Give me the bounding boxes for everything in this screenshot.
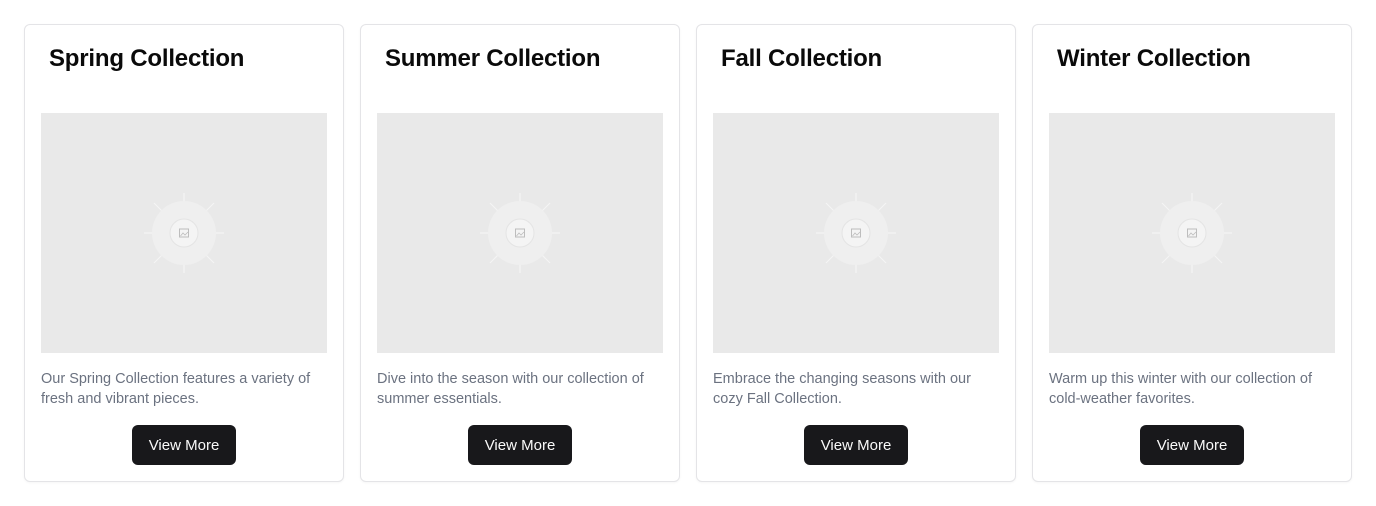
- card-title: Winter Collection: [1057, 45, 1251, 72]
- image-placeholder-icon: [144, 193, 224, 273]
- collection-card-fall: Fall Collection Embrace the changing sea…: [696, 24, 1016, 482]
- card-description: Our Spring Collection features a variety…: [41, 371, 311, 407]
- view-more-button[interactable]: View More: [1140, 425, 1244, 465]
- card-title: Spring Collection: [49, 45, 245, 72]
- card-title: Summer Collection: [385, 45, 601, 72]
- image-placeholder-icon: [816, 193, 896, 273]
- card-image-placeholder: [713, 113, 999, 353]
- card-description: Embrace the changing seasons with our co…: [713, 371, 971, 407]
- card-description: Dive into the season with our collection…: [377, 371, 644, 407]
- card-image-placeholder: [41, 113, 327, 353]
- view-more-button[interactable]: View More: [132, 425, 236, 465]
- card-image-placeholder: [1049, 113, 1335, 353]
- collection-card-summer: Summer Collection Dive into the season w…: [360, 24, 680, 482]
- collection-card-winter: Winter Collection Warm up this winter wi…: [1032, 24, 1352, 482]
- collection-card-spring: Spring Collection Our Spring Collection …: [24, 24, 344, 482]
- view-more-button[interactable]: View More: [804, 425, 908, 465]
- card-image-placeholder: [377, 113, 663, 353]
- image-placeholder-icon: [1152, 193, 1232, 273]
- card-title: Fall Collection: [721, 45, 883, 72]
- image-placeholder-icon: [480, 193, 560, 273]
- view-more-button[interactable]: View More: [468, 425, 572, 465]
- card-description: Warm up this winter with our collection …: [1049, 371, 1312, 407]
- collection-grid: Spring Collection Our Spring Collection …: [0, 0, 1376, 506]
